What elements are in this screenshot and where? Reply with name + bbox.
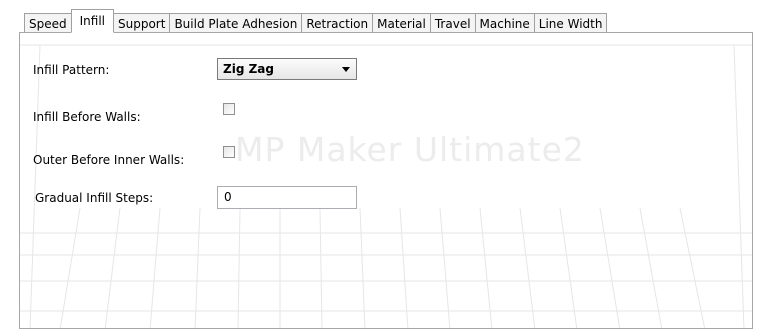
tab-line-width[interactable]: Line Width <box>534 13 608 33</box>
gradual-infill-steps-label: Gradual Infill Steps: <box>35 191 154 205</box>
infill-before-walls-label: Infill Before Walls: <box>33 110 141 124</box>
infill-pattern-label: Infill Pattern: <box>33 63 110 77</box>
outer-before-inner-walls-label: Outer Before Inner Walls: <box>33 153 185 167</box>
build-plate-grid-background <box>20 44 752 328</box>
tab-travel[interactable]: Travel <box>430 13 476 33</box>
chevron-down-icon <box>342 67 350 72</box>
outer-before-inner-walls-checkbox[interactable] <box>223 146 235 158</box>
tab-material[interactable]: Material <box>373 13 431 33</box>
tab-speed[interactable]: Speed <box>24 13 72 33</box>
printer-model-watermark: MP Maker Ultimate2 <box>235 130 585 169</box>
tab-infill[interactable]: Infill <box>70 9 114 33</box>
tab-build-plate-adhesion[interactable]: Build Plate Adhesion <box>170 13 303 33</box>
tab-retraction[interactable]: Retraction <box>302 13 374 33</box>
infill-pattern-dropdown[interactable]: Zig Zag <box>217 58 357 80</box>
tab-machine[interactable]: Machine <box>475 13 535 33</box>
tab-bar: Speed Infill Support Build Plate Adhesio… <box>24 9 608 33</box>
tab-support[interactable]: Support <box>114 13 171 33</box>
infill-settings-panel: MP Maker Ultimate2 Infill Pattern: Zig Z… <box>19 32 753 329</box>
infill-pattern-value: Zig Zag <box>223 62 274 76</box>
gradual-infill-steps-input[interactable]: 0 <box>217 186 357 209</box>
infill-before-walls-checkbox[interactable] <box>223 103 235 115</box>
